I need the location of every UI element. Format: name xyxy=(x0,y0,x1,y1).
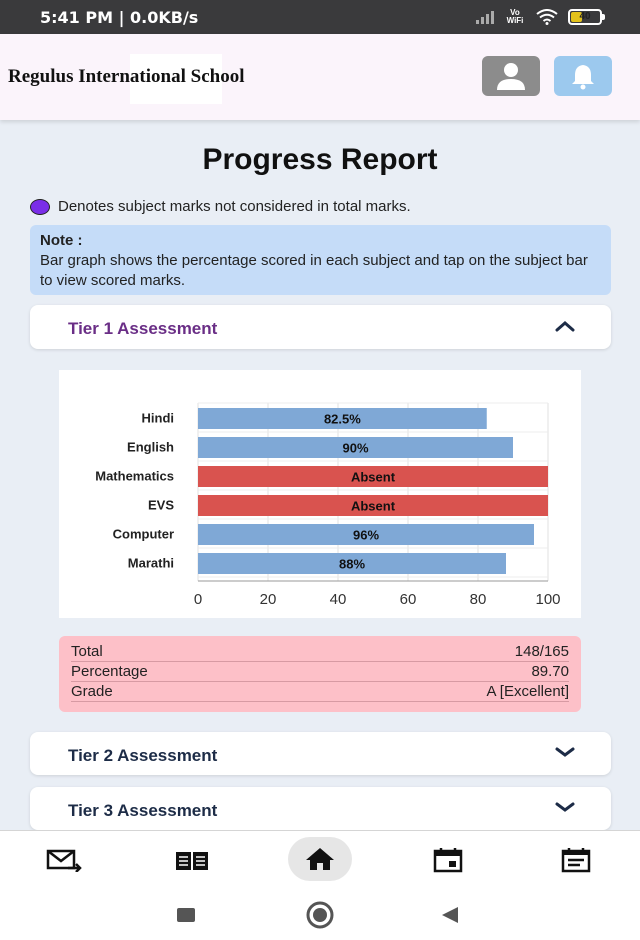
chart-x-tick-label: 40 xyxy=(330,591,347,608)
chart-x-tick-label: 60 xyxy=(400,591,417,608)
notice-icon xyxy=(561,848,591,873)
chevron-down-icon[interactable] xyxy=(555,801,575,813)
home-icon xyxy=(306,848,334,870)
home-circle-icon[interactable] xyxy=(305,900,335,930)
tier2-title: Tier 2 Assessment xyxy=(68,746,218,765)
tier3-assessment-header[interactable]: Tier 3 Assessment xyxy=(30,787,611,830)
chart-svg: Hindi 82.5% English 90% Mathematics Absent EVS… xyxy=(95,402,561,608)
chart-bar-label: Absent xyxy=(351,470,396,485)
tier1-title: Tier 1 Assessment xyxy=(68,319,218,338)
chart-category-label: Computer xyxy=(113,527,174,542)
nav-home[interactable] xyxy=(288,837,352,881)
summary-box: Total 148/165 Percentage 89.70 Grade A [… xyxy=(59,636,581,712)
chart-x-tick-label: 20 xyxy=(260,591,277,608)
recent-apps-icon[interactable] xyxy=(177,908,195,922)
mail-forward-icon xyxy=(46,849,82,872)
note-text: Bar graph shows the percentage scored in… xyxy=(40,252,588,289)
summary-row-grade: Grade A [Excellent] xyxy=(71,682,569,702)
purple-dot-icon xyxy=(30,198,50,215)
summary-value: A [Excellent] xyxy=(486,683,569,700)
summary-label: Grade xyxy=(71,683,113,700)
status-bar: 5:41 PM | 0.0KB/s Vo WiFi 40 xyxy=(0,0,640,34)
note-heading: Note : xyxy=(40,232,83,249)
note-box: Note : Bar graph shows the percentage sc… xyxy=(30,225,611,295)
chart-category-label: Hindi xyxy=(142,411,175,426)
system-nav-bar xyxy=(0,888,640,940)
vowifi-label: Vo WiFi xyxy=(506,8,524,25)
summary-label: Percentage xyxy=(71,663,148,680)
chart-bar-label: Absent xyxy=(351,499,396,514)
signal-icon xyxy=(476,10,494,24)
chart-x-tick-label: 0 xyxy=(194,591,202,608)
battery-level: 40 xyxy=(579,11,591,22)
chevron-down-icon[interactable] xyxy=(555,746,575,758)
summary-value: 148/165 xyxy=(514,643,569,660)
chevron-up-icon[interactable] xyxy=(555,320,575,332)
battery-icon: 40 xyxy=(568,9,605,25)
school-name: Regulus International School xyxy=(8,66,245,87)
chart-category-label: Marathi xyxy=(128,556,174,571)
nav-messages[interactable] xyxy=(46,845,82,875)
notification-button[interactable] xyxy=(554,56,612,96)
chart-category-label: Mathematics xyxy=(95,469,174,484)
tier1-assessment-header[interactable]: Tier 1 Assessment xyxy=(30,305,611,349)
app-header: Regulus International School xyxy=(0,34,640,120)
summary-label: Total xyxy=(71,643,103,660)
legend-text: Denotes subject marks not considered in … xyxy=(58,198,411,215)
wifi-icon xyxy=(536,9,558,25)
book-icon xyxy=(176,852,208,870)
chart-category-label: EVS xyxy=(148,498,174,513)
tier2-assessment-header[interactable]: Tier 2 Assessment xyxy=(30,732,611,775)
summary-value: 89.70 xyxy=(531,663,569,680)
profile-button[interactable] xyxy=(482,56,540,96)
chart-bar-label: 96% xyxy=(353,528,379,543)
person-icon xyxy=(497,63,525,90)
legend-note: Denotes subject marks not considered in … xyxy=(30,198,411,215)
status-time: 5:41 PM | 0.0KB/s xyxy=(40,8,199,27)
chart-bar-label: 88% xyxy=(339,557,365,572)
nav-homework[interactable] xyxy=(174,845,210,875)
status-icons: Vo WiFi 40 xyxy=(476,8,605,26)
subject-bar-chart: Hindi 82.5% English 90% Mathematics Absent EVS… xyxy=(59,370,581,618)
page-title: Progress Report xyxy=(202,143,438,176)
chart-bar-label: 82.5% xyxy=(324,412,361,427)
chart-category-label: English xyxy=(127,440,174,455)
summary-row-percentage: Percentage 89.70 xyxy=(71,662,569,682)
nav-calendar[interactable] xyxy=(430,845,466,875)
nav-notices[interactable] xyxy=(558,845,594,875)
calendar-icon xyxy=(433,848,463,873)
summary-row-total: Total 148/165 xyxy=(71,642,569,662)
chart-x-tick-label: 100 xyxy=(535,591,560,608)
bell-icon xyxy=(572,65,594,90)
chart-bar-label: 90% xyxy=(342,441,368,456)
chart-x-tick-label: 80 xyxy=(470,591,487,608)
back-icon[interactable] xyxy=(440,905,460,925)
tier3-title: Tier 3 Assessment xyxy=(68,801,218,820)
bottom-nav xyxy=(0,830,640,888)
